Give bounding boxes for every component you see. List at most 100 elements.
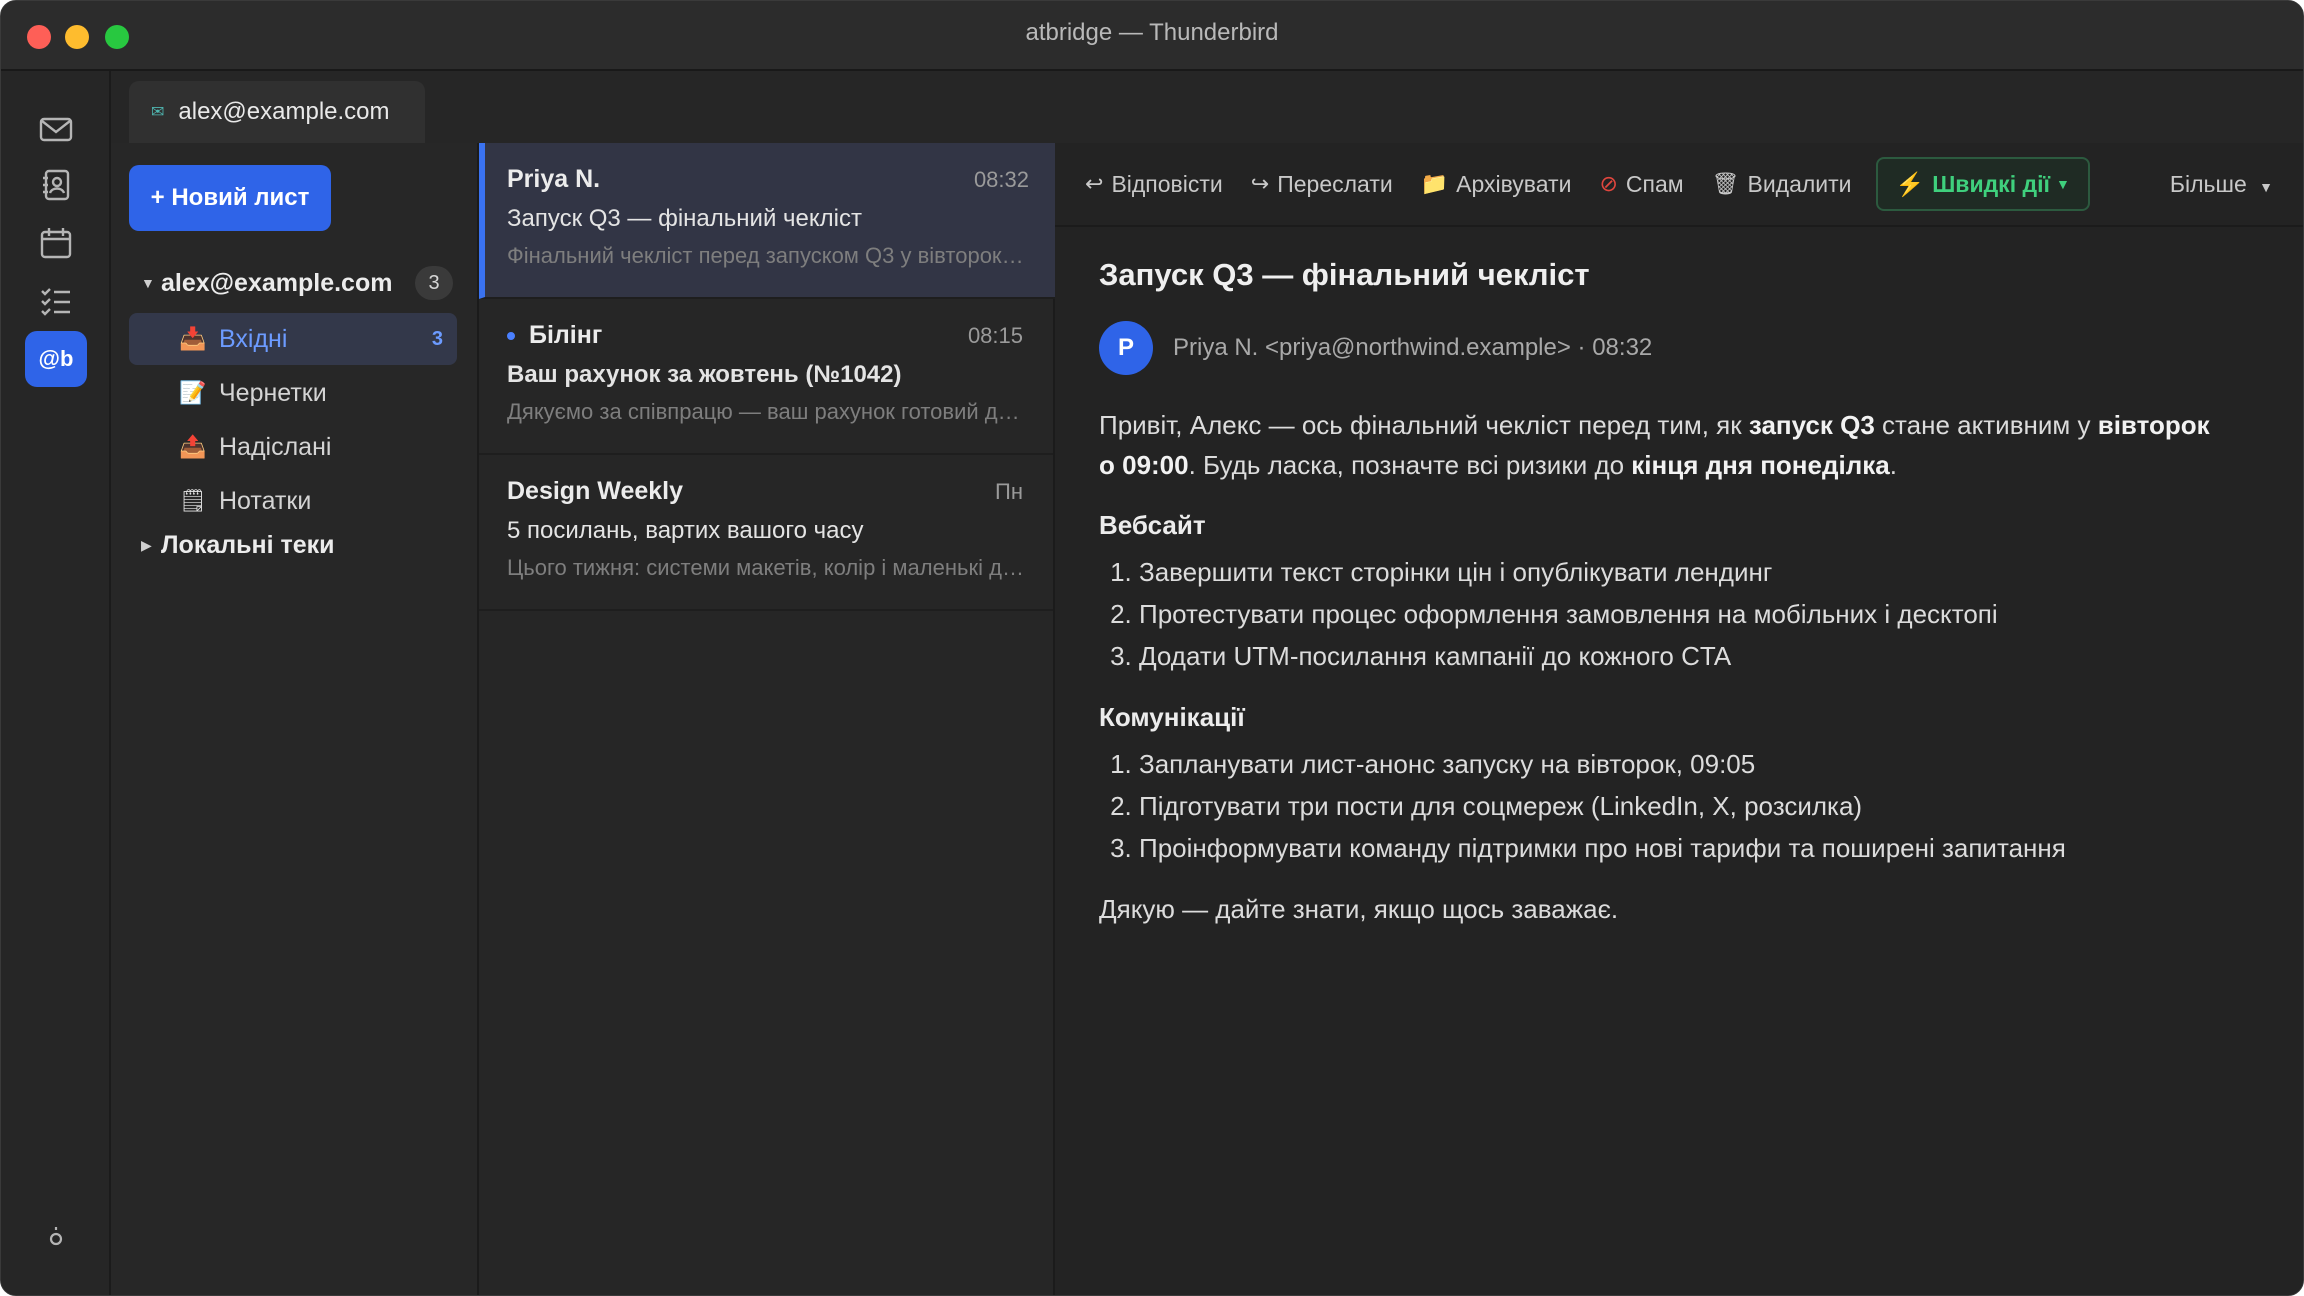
message-sender: Priya N.	[507, 165, 601, 193]
folder-label: Чернетки	[219, 378, 327, 407]
message-sender-wrap: Білінг	[507, 321, 602, 350]
account-name: alex@example.com	[161, 268, 393, 297]
spam-button[interactable]: ⊘ Спам	[1599, 171, 1683, 198]
message-subject: Запуск Q3 — фінальний чекліст	[507, 205, 862, 232]
chevron-right-icon[interactable]: ▶	[141, 537, 157, 554]
checklist: Запланувати лист-анонс запуску на вівтор…	[1099, 743, 2229, 869]
lightning-icon: ⚡	[1895, 170, 1925, 197]
chevron-down-icon: ▼	[2259, 178, 2273, 195]
delete-button[interactable]: 🗑 Видалити	[1712, 171, 1852, 198]
message-subject: Ваш рахунок за жовтень (№1042)	[507, 361, 902, 388]
folder-sent[interactable]: 📤 Надіслані	[129, 421, 457, 473]
avatar: P	[1099, 321, 1153, 375]
message-sender: Design Weekly	[507, 477, 684, 505]
reply-button[interactable]: ↩ Відповісти	[1085, 171, 1223, 198]
chevron-down-icon[interactable]: ▼	[141, 275, 157, 291]
tab-strip: ✉ alex@example.com	[111, 71, 2303, 143]
notes-icon: 🗒	[179, 488, 207, 513]
unread-dot-icon	[507, 332, 515, 341]
checklist-item: Протестувати процес оформлення замовленн…	[1139, 593, 2229, 635]
reply-label: Відповісти	[1111, 170, 1223, 197]
account-icon[interactable]	[25, 1207, 87, 1263]
message-time: 08:15	[967, 323, 1023, 348]
intro-text: стане активним у	[1874, 410, 2098, 440]
folder-label: Надіслані	[219, 432, 332, 461]
checklist-item: Підготувати три пости для соцмереж (Link…	[1139, 785, 2229, 827]
forward-label: Переслати	[1277, 170, 1393, 197]
envelope-icon: ✉	[151, 104, 165, 121]
email-intro: Привіт, Алекс — ось фінальний чекліст пе…	[1099, 405, 2229, 485]
more-label: Більше	[2169, 170, 2247, 197]
archive-button[interactable]: 📁 Архівувати	[1421, 171, 1572, 198]
folder-drafts[interactable]: 📝 Чернетки	[129, 367, 457, 419]
atbridge-label: @b	[38, 346, 74, 371]
message-preview: Дякуємо за співпрацю — ваш рахунок готов…	[507, 399, 1027, 424]
checklist-item: Запланувати лист-анонс запуску на вівтор…	[1139, 743, 2229, 785]
tab-label: alex@example.com	[178, 98, 390, 125]
mail-icon[interactable]	[25, 101, 87, 157]
email-body: Привіт, Алекс — ось фінальний чекліст пе…	[1099, 405, 2229, 929]
inbox-icon: 📥	[179, 326, 207, 351]
message-time: Пн	[995, 479, 1023, 504]
section-heading: Вебсайт	[1099, 510, 1206, 540]
intro-bold: кінця дня понеділка	[1631, 450, 1890, 480]
trash-icon: 🗑	[1711, 171, 1740, 196]
checklist-item: Додати UTM-посилання кампанії до кожного…	[1139, 635, 2229, 677]
message-row[interactable]: Priya N. 08:32 Запуск Q3 — фінальний чек…	[479, 143, 1059, 299]
intro-text: .	[1889, 450, 1897, 480]
local-folders-row[interactable]: ▶ Локальні теки	[141, 531, 335, 560]
quick-actions-button[interactable]: ⚡ Швидкі дії ▼	[1875, 157, 2090, 211]
message-row[interactable]: Білінг 08:15 Ваш рахунок за жовтень (№10…	[479, 299, 1053, 455]
tasks-icon[interactable]	[25, 273, 87, 329]
message-time: 08:32	[973, 167, 1029, 192]
forward-button[interactable]: ↪ Переслати	[1251, 171, 1393, 198]
checklist-item: Завершити текст сторінки цін і опублікув…	[1139, 551, 2229, 593]
email-from: Priya N. <priya@northwind.example> · 08:…	[1173, 334, 1653, 361]
message-row[interactable]: Design Weekly Пн 5 посилань, вартих вашо…	[479, 455, 1053, 611]
delete-label: Видалити	[1747, 170, 1852, 197]
calendar-icon[interactable]	[25, 215, 87, 271]
intro-text: . Будь ласка, позначте всі ризики до	[1188, 450, 1632, 480]
spaces-toolbar: @b	[1, 71, 111, 1295]
chevron-down-icon: ▼	[2055, 176, 2070, 192]
more-button[interactable]: Більше ▼	[2170, 171, 2273, 198]
archive-icon: 📁	[1420, 171, 1449, 196]
folder-notes[interactable]: 🗒 Нотатки	[129, 475, 457, 527]
message-preview: Цього тижня: системи макетів, колір і ма…	[507, 555, 1027, 580]
spam-label: Спам	[1625, 170, 1684, 197]
message-subject: 5 посилань, вартих вашого часу	[507, 517, 864, 544]
title-bar: atbridge — Thunderbird	[1, 1, 2303, 71]
folder-inbox[interactable]: 📥 Вхідні 3	[129, 313, 457, 365]
message-toolbar: ↩ Відповісти ↪ Переслати 📁 Архівувати ⊘ …	[1055, 143, 2303, 227]
archive-label: Архівувати	[1456, 170, 1572, 197]
window-title: atbridge — Thunderbird	[1025, 19, 1279, 46]
folder-unread-count: 3	[431, 327, 443, 350]
email-from-row: P Priya N. <priya@northwind.example> · 0…	[1099, 321, 1652, 375]
folder-label: Вхідні	[219, 324, 288, 353]
tab-account[interactable]: ✉ alex@example.com	[129, 81, 425, 143]
sent-icon: 📤	[179, 434, 207, 459]
email-subject: Запуск Q3 — фінальний чекліст	[1099, 257, 1590, 292]
message-sender: Білінг	[529, 321, 603, 349]
checklist-item: Проінформувати команду підтримки про нов…	[1139, 827, 2229, 869]
folder-pane: + Новий лист ▼ alex@example.com 3 📥 Вхід…	[111, 143, 479, 1295]
address-book-icon[interactable]	[25, 157, 87, 213]
intro-text: Привіт, Алекс — ось фінальний чекліст пе…	[1099, 410, 1749, 440]
spam-icon: ⊘	[1599, 171, 1618, 196]
quick-actions-label: Швидкі дії	[1932, 170, 2050, 197]
intro-bold: запуск Q3	[1748, 410, 1875, 440]
forward-icon: ↪	[1250, 171, 1270, 196]
account-row[interactable]: ▼ alex@example.com 3	[141, 263, 461, 303]
new-message-button[interactable]: + Новий лист	[129, 165, 331, 231]
account-unread-badge: 3	[415, 266, 453, 300]
email-closing: Дякую — дайте знати, якщо щось заважає.	[1099, 894, 1619, 924]
atbridge-addon-button[interactable]: @b	[25, 331, 87, 387]
drafts-icon: 📝	[179, 380, 207, 405]
reply-icon: ↩	[1085, 171, 1104, 196]
section-heading: Комунікації	[1099, 702, 1245, 732]
message-reader: ↩ Відповісти ↪ Переслати 📁 Архівувати ⊘ …	[1055, 143, 2303, 1295]
message-list: Priya N. 08:32 Запуск Q3 — фінальний чек…	[479, 143, 1059, 1295]
local-folders-label: Локальні теки	[161, 531, 335, 559]
folder-label: Нотатки	[219, 486, 312, 515]
message-preview: Фінальний чекліст перед запуском Q3 у ві…	[507, 243, 1027, 268]
